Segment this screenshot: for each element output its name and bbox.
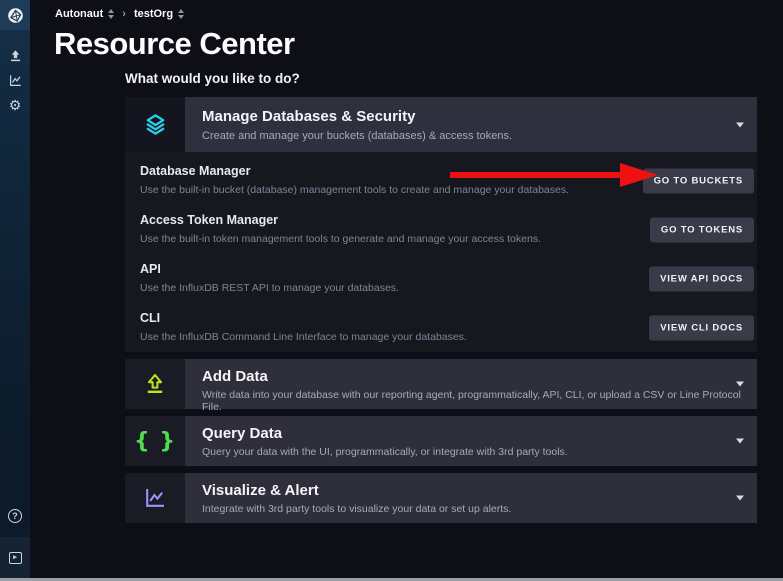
- upload-icon: [8, 48, 23, 63]
- panel-title: Add Data: [202, 368, 741, 385]
- chevron-down-icon[interactable]: [736, 496, 744, 501]
- sidebar-item-settings[interactable]: ⚙: [0, 93, 30, 118]
- view-api-docs-button[interactable]: VIEW API DOCS: [649, 266, 754, 291]
- layers-icon: [143, 113, 168, 137]
- panel-description: Create and manage your buckets (database…: [202, 130, 741, 142]
- braces-icon: { }: [134, 429, 176, 454]
- caret-sort-icon: [108, 9, 114, 19]
- panel-title: Visualize & Alert: [202, 482, 741, 499]
- sidebar: ⚙ ? ▸: [0, 0, 30, 578]
- row-database-manager: Database Manager Use the built-in bucket…: [125, 156, 757, 205]
- annotation-arrow-shaft: [450, 172, 622, 178]
- panel-description: Integrate with 3rd party tools to visual…: [202, 503, 741, 515]
- page-subtitle: What would you like to do?: [125, 71, 757, 87]
- panel-add-data[interactable]: Add Data Write data into your database w…: [125, 359, 757, 409]
- sidebar-nav: ⚙: [0, 43, 30, 118]
- chevron-down-icon[interactable]: [736, 439, 744, 444]
- panel-icon-cell: [125, 97, 185, 152]
- row-cli: CLI Use the InfluxDB Command Line Interf…: [125, 303, 757, 352]
- row-api: API Use the InfluxDB REST API to manage …: [125, 254, 757, 303]
- panel-icon-cell: { }: [125, 416, 185, 466]
- influxdb-logo-icon: [7, 7, 24, 24]
- feedback-icon: ▸: [9, 552, 22, 564]
- annotation-arrow-head: [620, 163, 658, 187]
- panel-title: Query Data: [202, 425, 741, 442]
- panel-title: Manage Databases & Security: [202, 108, 741, 125]
- upload-icon: [143, 372, 167, 396]
- sidebar-item-graphs[interactable]: [0, 68, 30, 93]
- breadcrumb-org-dropdown[interactable]: Autonaut: [55, 8, 114, 20]
- view-cli-docs-button[interactable]: VIEW CLI DOCS: [649, 315, 754, 340]
- line-chart-icon: [8, 73, 23, 88]
- breadcrumb-separator: ›: [122, 8, 126, 20]
- panel-icon-cell: [125, 359, 185, 409]
- sidebar-item-load-data[interactable]: [0, 43, 30, 68]
- panel-description: Query your data with the UI, programmati…: [202, 446, 741, 458]
- row-access-token-manager: Access Token Manager Use the built-in to…: [125, 205, 757, 254]
- panel-manage-databases-body: Database Manager Use the built-in bucket…: [125, 152, 757, 352]
- page-title: Resource Center: [54, 26, 295, 62]
- panel-header-text: Visualize & Alert Integrate with 3rd par…: [185, 473, 757, 523]
- chevron-down-icon[interactable]: [736, 382, 744, 387]
- panel-visualize-alert[interactable]: Visualize & Alert Integrate with 3rd par…: [125, 473, 757, 523]
- panel-icon-cell: [125, 473, 185, 523]
- sidebar-item-feedback[interactable]: ▸: [0, 537, 30, 578]
- panel-description: Write data into your database with our r…: [202, 389, 741, 413]
- panel-header-text: Query Data Query your data with the UI, …: [185, 416, 757, 466]
- breadcrumb: Autonaut › testOrg: [55, 8, 184, 20]
- panel-manage-databases-header[interactable]: Manage Databases & Security Create and m…: [125, 97, 757, 152]
- resource-center-content: What would you like to do? Manage Databa…: [125, 71, 757, 523]
- caret-sort-icon: [178, 9, 184, 19]
- breadcrumb-org-label: Autonaut: [55, 8, 103, 20]
- influxdb-logo[interactable]: [0, 0, 30, 30]
- line-chart-icon: [143, 486, 167, 510]
- breadcrumb-project-dropdown[interactable]: testOrg: [134, 8, 184, 20]
- panel-query-data[interactable]: { } Query Data Query your data with the …: [125, 416, 757, 466]
- sidebar-item-help[interactable]: ?: [0, 509, 30, 523]
- gear-icon: ⚙: [9, 99, 22, 113]
- go-to-tokens-button[interactable]: GO TO TOKENS: [650, 217, 754, 242]
- go-to-buckets-button[interactable]: GO TO BUCKETS: [643, 168, 754, 193]
- breadcrumb-project-label: testOrg: [134, 8, 173, 20]
- panel-header-text: Manage Databases & Security Create and m…: [185, 97, 757, 152]
- panel-header-text: Add Data Write data into your database w…: [185, 359, 757, 409]
- chevron-down-icon[interactable]: [736, 122, 744, 127]
- help-icon: ?: [8, 509, 22, 523]
- panel-manage-databases: Manage Databases & Security Create and m…: [125, 97, 757, 352]
